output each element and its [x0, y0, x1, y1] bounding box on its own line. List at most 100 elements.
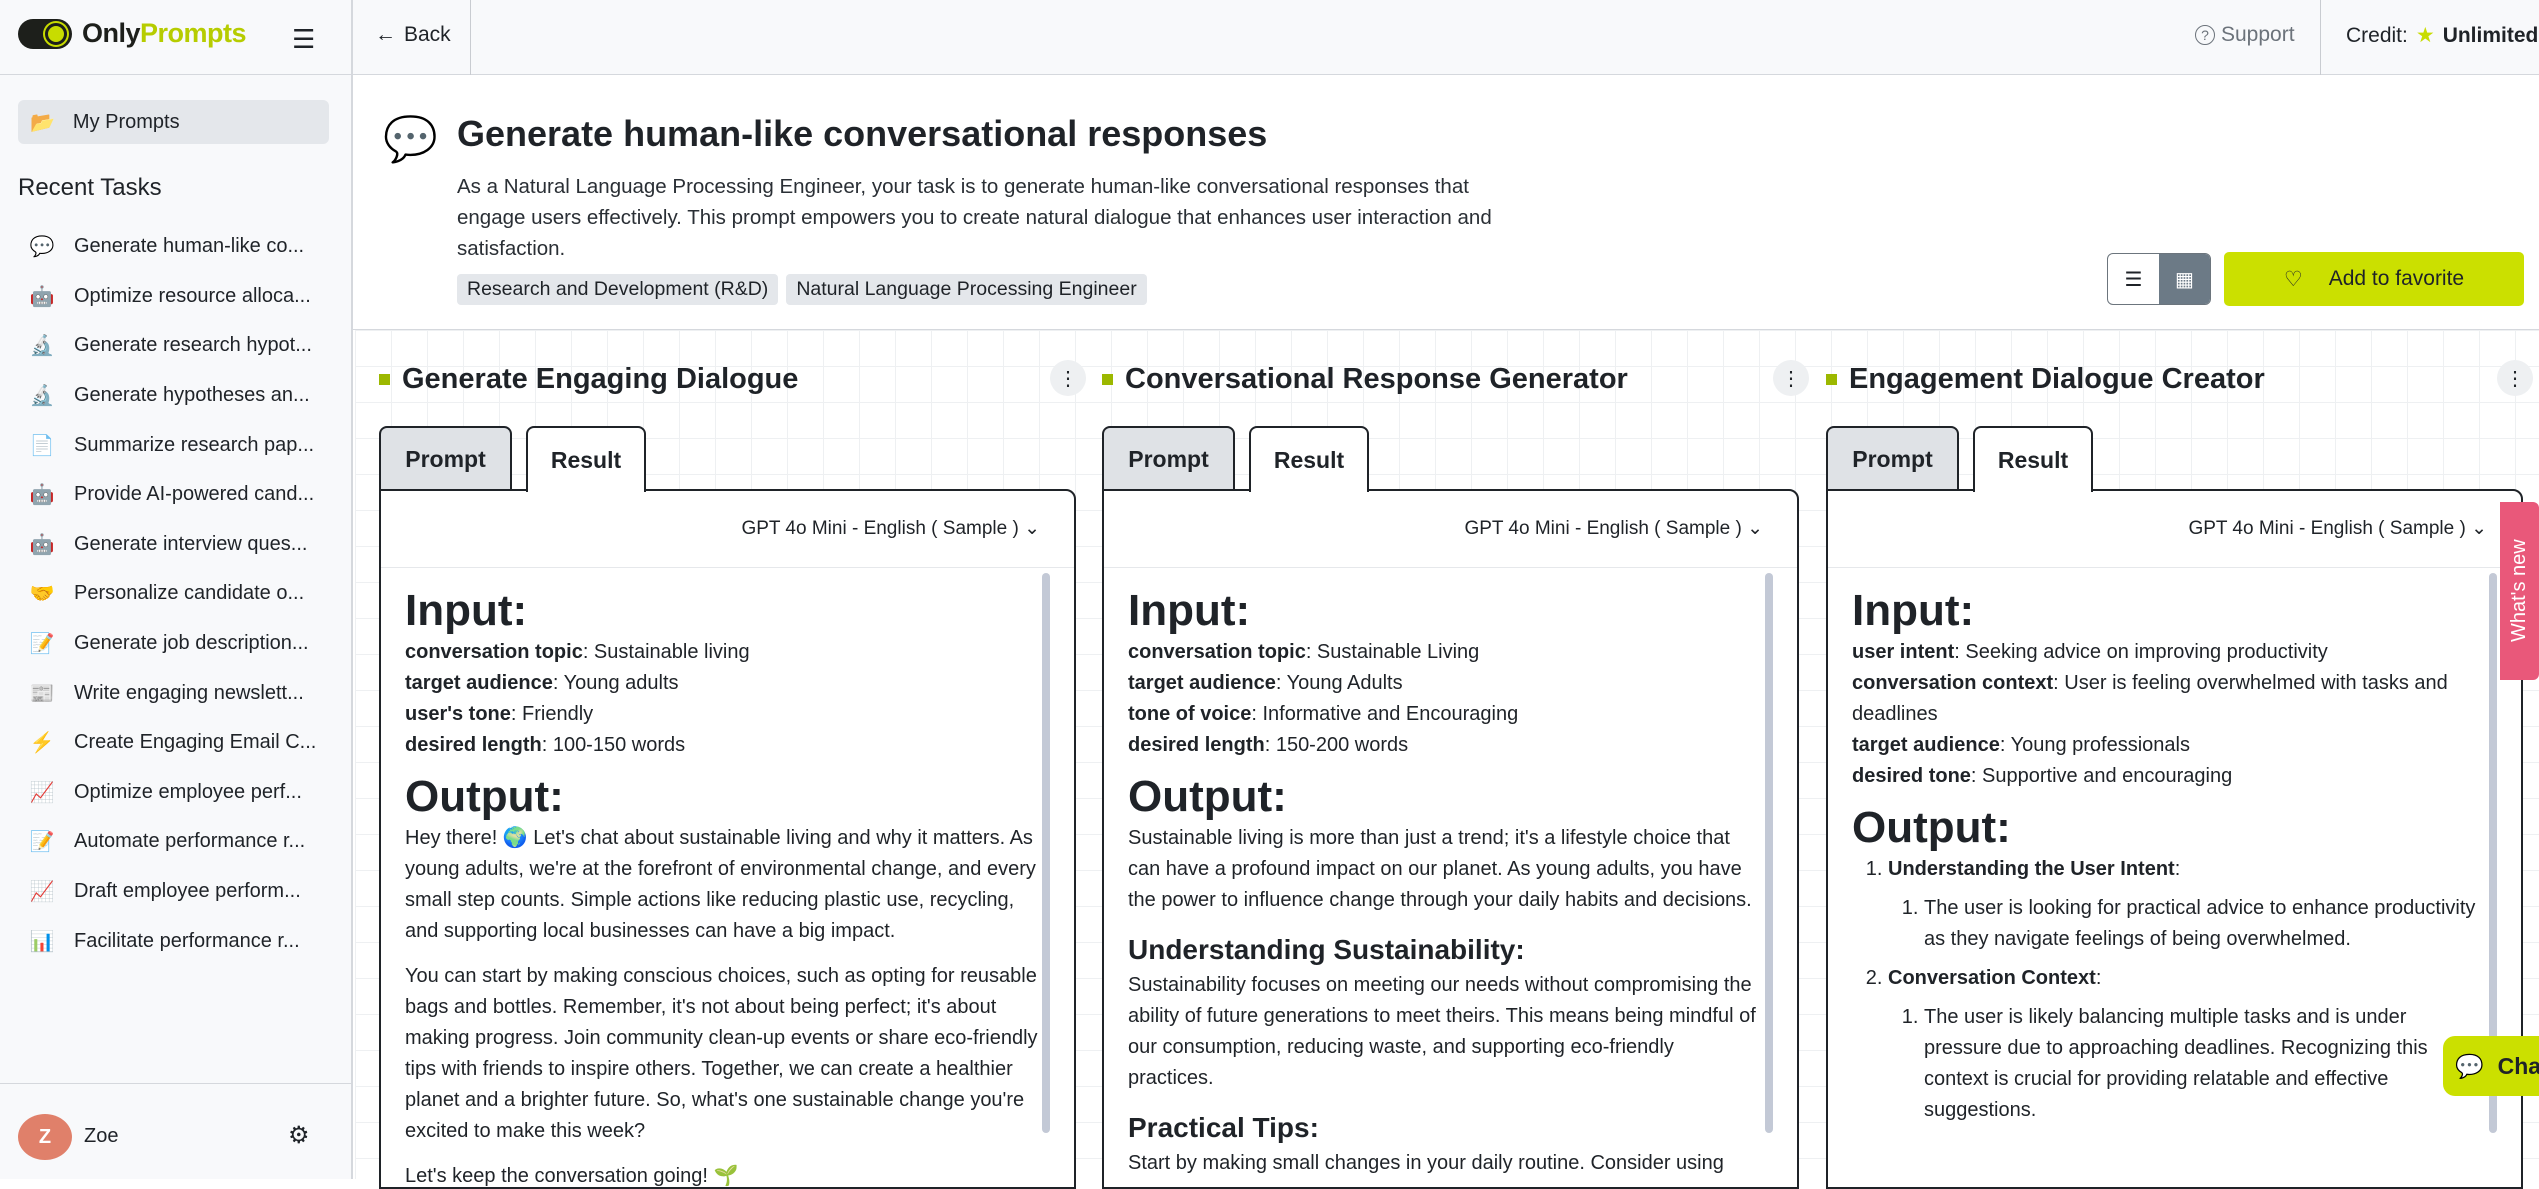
- view-toggle: ☰ ▦: [2107, 253, 2211, 305]
- grid-view-icon[interactable]: ▦: [2159, 254, 2210, 304]
- divider: [0, 74, 353, 75]
- topbar: ← Back ? Support Credit: ★ Unlimited: [353, 0, 2539, 75]
- sidebar-task-item[interactable]: 📈 Draft employee perform...: [28, 867, 328, 917]
- folder-open-icon: 📂: [30, 111, 55, 134]
- more-options-icon[interactable]: ⋮: [1050, 360, 1086, 396]
- scrollbar[interactable]: [1042, 573, 1050, 1133]
- sidebar-task-item[interactable]: 🤖 Provide AI-powered cand...: [28, 470, 328, 520]
- task-label: Generate job description...: [74, 632, 309, 655]
- result-content: Input: user intent: Seeking advice on imp…: [1852, 581, 2487, 1134]
- input-key: conversation topic: [1128, 641, 1306, 663]
- sidebar-task-item[interactable]: 📊 Facilitate performance r...: [28, 916, 328, 966]
- input-field-row: conversation topic: Sustainable living: [405, 637, 1040, 668]
- output-subheading: Practical Tips:: [1128, 1112, 1319, 1143]
- logo-text-a: Only: [82, 18, 141, 48]
- input-value: : Friendly: [510, 703, 594, 725]
- sidebar-task-item[interactable]: 📰 Write engaging newslett...: [28, 668, 328, 718]
- task-icon: 📊: [29, 930, 55, 953]
- page-title: Generate human-like conversational respo…: [457, 113, 1268, 154]
- chevron-down-icon: ⌄: [1747, 518, 1763, 539]
- logo-text-b: Prompts: [140, 18, 247, 48]
- whats-new-tab[interactable]: What's new: [2500, 502, 2539, 680]
- input-field-row: target audience: Young professionals: [1852, 730, 2487, 761]
- input-value: : Seeking advice on improving productivi…: [1954, 641, 2328, 663]
- output-list-item: Conversation Context:The user is likely …: [1888, 963, 2487, 1126]
- scrollbar[interactable]: [1765, 573, 1773, 1133]
- input-value: : Young adults: [552, 672, 679, 694]
- task-icon: 🔬: [29, 335, 55, 358]
- favorite-label: Add to favorite: [2328, 267, 2465, 290]
- input-field-row: conversation topic: Sustainable Living: [1128, 637, 1763, 668]
- list-view-icon[interactable]: ☰: [2108, 254, 2159, 304]
- input-field-row: conversation context: User is feeling ov…: [1852, 668, 2487, 730]
- divider: [381, 567, 1074, 568]
- task-label: Optimize resource alloca...: [74, 284, 311, 307]
- tag[interactable]: Research and Development (R&D): [457, 274, 779, 305]
- task-label: Generate research hypot...: [74, 334, 312, 357]
- task-label: Personalize candidate o...: [74, 582, 305, 605]
- support-label: Support: [2221, 23, 2295, 46]
- tab-prompt[interactable]: Prompt: [1102, 426, 1235, 490]
- model-select[interactable]: GPT 4o Mini - English ( Sample ) ⌄: [2188, 517, 2487, 540]
- input-field-row: tone of voice: Informative and Encouragi…: [1128, 699, 1763, 730]
- result-panel: GPT 4o Mini - English ( Sample ) ⌄ Input…: [1102, 489, 1799, 1189]
- tab-result[interactable]: Result: [1973, 426, 2093, 492]
- input-key: desired length: [1128, 734, 1265, 756]
- hamburger-menu-icon[interactable]: ☰: [292, 24, 315, 55]
- sidebar-task-item[interactable]: 📝 Generate job description...: [28, 619, 328, 669]
- support-link[interactable]: ? Support: [2195, 23, 2295, 47]
- chat-button[interactable]: 💬 Chat: [2443, 1036, 2539, 1096]
- back-button[interactable]: ← Back: [375, 23, 451, 47]
- task-icon: 📰: [29, 682, 55, 705]
- sidebar-task-item[interactable]: 🤝 Personalize candidate o...: [28, 569, 328, 619]
- sidebar-task-item[interactable]: 📄 Summarize research pap...: [28, 420, 328, 470]
- logo[interactable]: OnlyPrompts: [18, 18, 247, 49]
- input-value: : Young Adults: [1275, 672, 1403, 694]
- task-icon: 📄: [29, 434, 55, 457]
- tab-result[interactable]: Result: [1249, 426, 1369, 492]
- card-title-text: Conversational Response Generator: [1125, 363, 1628, 395]
- gear-icon[interactable]: ⚙: [288, 1121, 310, 1150]
- more-options-icon[interactable]: ⋮: [1773, 360, 1809, 396]
- output-paragraph: Start by making small changes in your da…: [1128, 1152, 1724, 1174]
- model-label: GPT 4o Mini - English ( Sample ): [741, 518, 1019, 539]
- sidebar: OnlyPrompts ☰ 📂 My Prompts Recent Tasks 💬…: [0, 0, 353, 1179]
- sidebar-task-item[interactable]: 🤖 Optimize resource alloca...: [28, 272, 328, 322]
- sidebar-task-item[interactable]: 🤖 Generate interview ques...: [28, 520, 328, 570]
- task-icon: 📈: [29, 881, 55, 904]
- input-key: desired length: [405, 734, 542, 756]
- recent-tasks-heading: Recent Tasks: [18, 174, 162, 201]
- model-select[interactable]: GPT 4o Mini - English ( Sample ) ⌄: [741, 517, 1040, 540]
- tag[interactable]: Natural Language Processing Engineer: [786, 274, 1147, 305]
- output-paragraph: Sustainable living is more than just a t…: [1128, 827, 1752, 911]
- output-list-item: Understanding the User Intent:The user i…: [1888, 854, 2487, 955]
- result-card: Conversational Response Generator ⋮ Prom…: [1102, 355, 1809, 1189]
- output-sublist-item: The user is likely balancing multiple ta…: [1924, 1002, 2487, 1126]
- tag-list: Research and Development (R&D) Natural L…: [457, 274, 1147, 305]
- sidebar-item-my-prompts[interactable]: 📂 My Prompts: [18, 100, 329, 144]
- sidebar-task-item[interactable]: 🔬 Generate research hypot...: [28, 321, 328, 371]
- add-to-favorite-button[interactable]: ♡ Add to favorite: [2224, 252, 2524, 306]
- model-select[interactable]: GPT 4o Mini - English ( Sample ) ⌄: [1464, 517, 1763, 540]
- task-icon: 🤖: [29, 533, 55, 556]
- more-options-icon[interactable]: ⋮: [2497, 360, 2533, 396]
- tab-prompt[interactable]: Prompt: [1826, 426, 1959, 490]
- sidebar-task-item[interactable]: 📝 Automate performance r...: [28, 817, 328, 867]
- divider: [1828, 567, 2521, 568]
- task-icon: 💬: [29, 236, 55, 259]
- chevron-down-icon: ⌄: [1024, 518, 1040, 539]
- credit-label: Credit:: [2346, 23, 2408, 47]
- tab-result[interactable]: Result: [526, 426, 646, 492]
- input-key: user's tone: [405, 703, 511, 725]
- task-label: Summarize research pap...: [74, 433, 315, 456]
- input-key: conversation context: [1852, 672, 2054, 694]
- output-heading: Output:: [1852, 803, 2011, 852]
- input-key: user intent: [1852, 641, 1955, 663]
- tab-prompt[interactable]: Prompt: [379, 426, 512, 490]
- sidebar-task-item[interactable]: 💬 Generate human-like co...: [28, 222, 328, 272]
- result-card: Engagement Dialogue Creator ⋮ Prompt Res…: [1826, 355, 2533, 1189]
- avatar[interactable]: Z: [18, 1114, 72, 1160]
- sidebar-task-item[interactable]: ⚡ Create Engaging Email C...: [28, 718, 328, 768]
- sidebar-task-item[interactable]: 📈 Optimize employee perf...: [28, 768, 328, 818]
- sidebar-task-item[interactable]: 🔬 Generate hypotheses an...: [28, 371, 328, 421]
